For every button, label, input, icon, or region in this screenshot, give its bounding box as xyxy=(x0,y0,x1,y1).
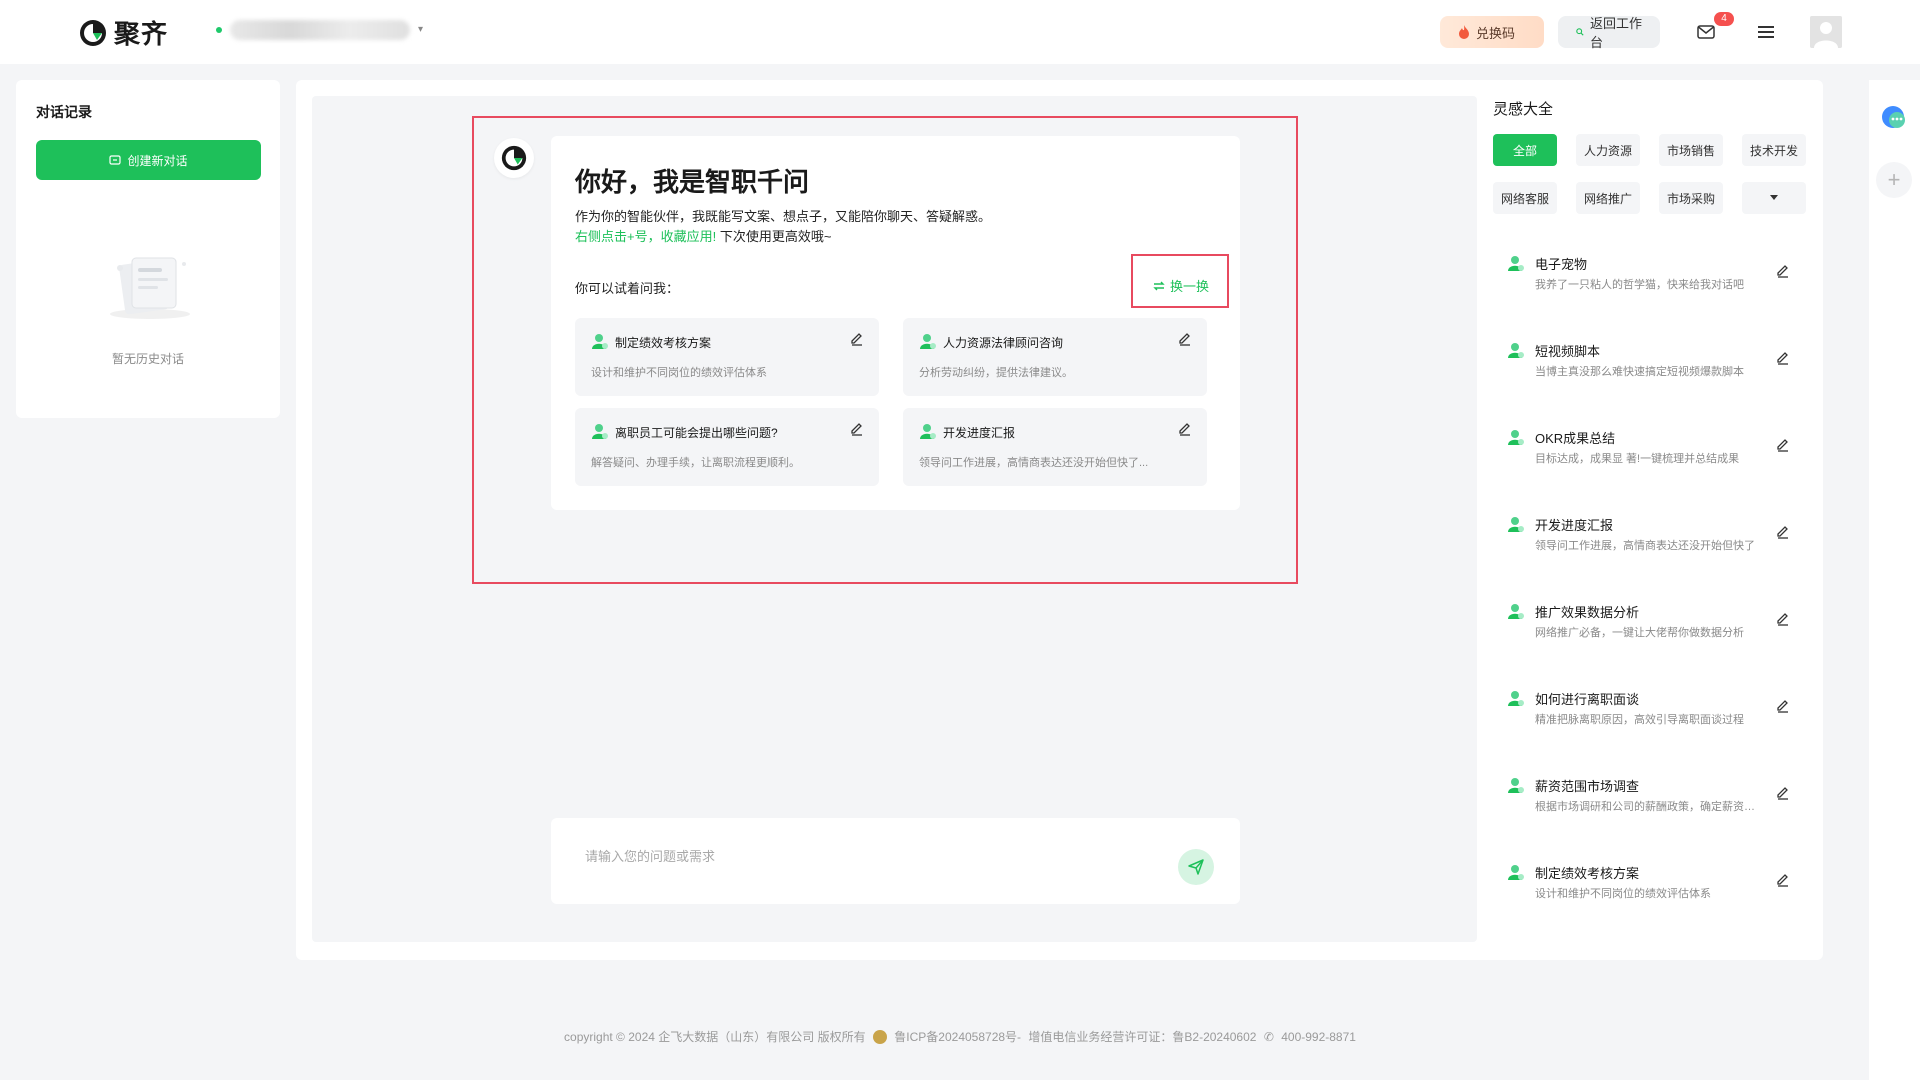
menu-button[interactable] xyxy=(1752,18,1780,46)
new-chat-button[interactable]: 创建新对话 xyxy=(36,140,261,180)
chat-bubble-icon[interactable] xyxy=(1880,104,1908,132)
inspiration-item[interactable]: 如何进行离职面谈 精准把脉离职原因，高效引导离职面谈过程 xyxy=(1493,685,1803,747)
edit-icon[interactable] xyxy=(1775,523,1791,539)
edit-icon[interactable] xyxy=(1775,871,1791,887)
plus-icon: + xyxy=(1887,167,1901,192)
logo-text: 聚齐 xyxy=(114,19,169,49)
history-title: 对话记录 xyxy=(36,104,92,120)
mail-icon xyxy=(1697,25,1715,39)
inspiration-item-desc: 我养了一只粘人的哲学猫，快来给我对话吧 xyxy=(1535,279,1744,291)
edit-icon[interactable] xyxy=(1775,349,1791,365)
category-tab-promotion[interactable]: 网络推广 xyxy=(1576,182,1640,214)
search-small-icon xyxy=(1576,28,1584,36)
user-app-icon xyxy=(1508,430,1524,445)
category-tab-purchasing[interactable]: 市场采购 xyxy=(1659,182,1723,214)
edit-icon[interactable] xyxy=(1775,610,1791,626)
category-tab-all[interactable]: 全部 xyxy=(1493,134,1557,166)
inspiration-item[interactable]: 短视频脚本 当博主真没那么难快速搞定短视频爆款脚本 xyxy=(1493,337,1803,399)
edit-icon[interactable] xyxy=(1775,697,1791,713)
back-to-workbench-label: 返回工作台 xyxy=(1590,16,1643,50)
inspiration-item[interactable]: 开发进度汇报 领导问工作进展，高情商表达还没开始但快了 xyxy=(1493,511,1803,573)
inspiration-item-title: 开发进度汇报 xyxy=(1535,518,1614,533)
chat-input-box xyxy=(551,818,1240,904)
user-app-icon xyxy=(1508,604,1524,619)
edit-icon[interactable] xyxy=(1775,436,1791,452)
category-tab-support[interactable]: 网络客服 xyxy=(1493,182,1557,214)
inspiration-item[interactable]: 薪资范围市场调查 根据市场调研和公司的薪酬政策，确定薪资范围 xyxy=(1493,772,1803,834)
footer-copyright: copyright © 2024 企飞大数据（山东）有限公司 版权所有 xyxy=(564,1030,866,1044)
inspiration-item-title: 短视频脚本 xyxy=(1535,344,1601,359)
inspiration-title: 灵感大全 xyxy=(1493,101,1554,118)
phone-icon: ✆ xyxy=(1263,1030,1274,1044)
category-tab-sales[interactable]: 市场销售 xyxy=(1659,134,1723,166)
inspiration-item-desc: 设计和维护不同岗位的绩效评估体系 xyxy=(1535,888,1711,900)
org-name-blurred xyxy=(230,20,410,40)
inspiration-item[interactable]: 推广效果数据分析 网络推广必备，一键让大佬帮你做数据分析 xyxy=(1493,598,1803,660)
police-badge-icon xyxy=(872,1030,887,1044)
footer-phone: 400-992-8871 xyxy=(1281,1030,1356,1044)
user-app-icon xyxy=(1508,691,1524,706)
inspiration-item-title: 如何进行离职面谈 xyxy=(1535,692,1640,707)
new-chat-label: 创建新对话 xyxy=(127,153,188,168)
inspiration-item-title: 电子宠物 xyxy=(1535,257,1588,272)
inspiration-item-desc: 精准把脉离职原因，高效引导离职面谈过程 xyxy=(1535,714,1744,726)
refresh-swap-icon xyxy=(1153,281,1165,290)
right-rail xyxy=(1869,80,1920,1080)
history-panel: 对话记录 创建新对话 暂无历史对话 xyxy=(16,80,280,418)
footer-icp[interactable]: 鲁ICP备2024058728号- xyxy=(894,1030,1021,1044)
inspiration-item-desc: 目标达成，成果显 著!一键梳理并总结成果 xyxy=(1535,453,1740,465)
caret-down-icon: ▾ xyxy=(418,24,424,35)
welcome-highlight-box xyxy=(472,116,1298,584)
edit-icon[interactable] xyxy=(1775,262,1791,278)
swap-suggestions-button[interactable]: 换一换 xyxy=(1152,276,1209,295)
footer-license: 增值电信业务经营许可证：鲁B2-20240602 xyxy=(1028,1030,1257,1044)
inspiration-item[interactable]: 制定绩效考核方案 设计和维护不同岗位的绩效评估体系 xyxy=(1493,859,1803,921)
category-tab-hr[interactable]: 人力资源 xyxy=(1576,134,1640,166)
inspiration-item-title: 推广效果数据分析 xyxy=(1535,605,1640,620)
fire-icon xyxy=(1459,25,1469,39)
inspiration-item-desc: 当博主真没那么难快速搞定短视频爆款脚本 xyxy=(1535,366,1744,378)
inspiration-item-title: 薪资范围市场调查 xyxy=(1535,779,1640,794)
top-bar: 聚齐 ▾ 兑换码 返回工作台 4 xyxy=(0,0,1920,64)
hamburger-menu-icon xyxy=(1758,26,1774,38)
chat-input[interactable] xyxy=(585,844,1145,868)
inspiration-item[interactable]: OKR成果总结 目标达成，成果显 著!一键梳理并总结成果 xyxy=(1493,424,1803,486)
logo[interactable]: 聚齐 xyxy=(78,14,168,51)
swap-label: 换一换 xyxy=(1170,279,1210,294)
brand-logo-icon xyxy=(80,19,106,46)
inspiration-item-desc: 领导问工作进展，高情商表达还没开始但快了 xyxy=(1535,540,1755,552)
online-status-dot xyxy=(216,27,222,33)
user-avatar[interactable] xyxy=(1810,16,1842,48)
org-selector[interactable]: ▾ xyxy=(216,20,428,40)
footer: copyright © 2024 企飞大数据（山东）有限公司 版权所有 鲁ICP… xyxy=(0,1028,1920,1045)
inspiration-item-desc: 网络推广必备，一键让大佬帮你做数据分析 xyxy=(1535,627,1744,639)
user-app-icon xyxy=(1508,343,1524,358)
category-more-dropdown[interactable] xyxy=(1742,182,1806,214)
user-app-icon xyxy=(1508,517,1524,532)
exchange-code-label: 兑换码 xyxy=(1476,25,1516,41)
inspiration-item-desc: 根据市场调研和公司的薪酬政策，确定薪资范围 xyxy=(1535,801,1755,813)
exchange-code-button[interactable]: 兑换码 xyxy=(1440,16,1544,48)
category-tab-tech[interactable]: 技术开发 xyxy=(1742,134,1806,166)
user-app-icon xyxy=(1508,256,1524,271)
mail-unread-badge: 4 xyxy=(1714,12,1734,26)
send-button[interactable] xyxy=(1178,849,1214,885)
inspiration-item-title: 制定绩效考核方案 xyxy=(1535,866,1640,881)
user-app-icon xyxy=(1508,778,1524,793)
inspiration-item-title: OKR成果总结 xyxy=(1535,431,1616,446)
add-app-button[interactable]: + xyxy=(1876,162,1912,198)
back-to-workbench-button[interactable]: 返回工作台 xyxy=(1558,16,1660,50)
inspiration-item[interactable]: 电子宠物 我养了一只粘人的哲学猫，快来给我对话吧 xyxy=(1493,250,1803,312)
new-chat-icon xyxy=(109,155,122,165)
user-avatar-icon xyxy=(1810,16,1842,48)
empty-history-illustration xyxy=(110,257,190,319)
caret-down-icon xyxy=(1770,195,1778,200)
user-app-icon xyxy=(1508,865,1524,880)
empty-history-text: 暂无历史对话 xyxy=(111,352,184,366)
send-icon xyxy=(1188,859,1204,875)
edit-icon[interactable] xyxy=(1775,784,1791,800)
